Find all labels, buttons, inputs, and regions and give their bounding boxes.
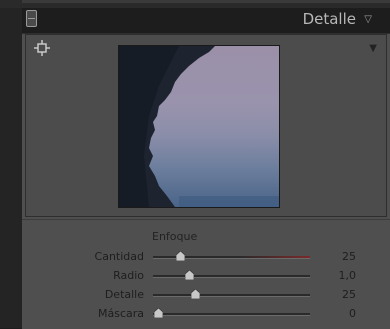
- panel-header[interactable]: Detalle ▽: [22, 4, 390, 32]
- slider-thumb[interactable]: [175, 251, 185, 261]
- slider-track[interactable]: [153, 313, 310, 316]
- left-panel-strip: [0, 0, 22, 328]
- slider-value[interactable]: 25: [342, 288, 356, 301]
- enfoque-section-title: Enfoque: [152, 230, 198, 243]
- slider-label: Radio: [113, 269, 144, 282]
- detail-panel: ▼ Enfoque Cantidad 25 Radio 1,0 Detalle …: [22, 33, 390, 329]
- slider-thumb[interactable]: [191, 289, 201, 299]
- slider-label: Detalle: [104, 288, 144, 301]
- slider-track[interactable]: [153, 275, 310, 278]
- slider-row-detalle: Detalle 25: [22, 286, 390, 304]
- collapse-triangle-icon[interactable]: ▽: [364, 14, 372, 25]
- slider-label: Máscara: [97, 307, 144, 320]
- preview-area: ▼: [25, 34, 387, 217]
- section-divider: [22, 219, 390, 220]
- slider-row-mascara: Máscara 0: [22, 305, 390, 323]
- panel-title: Detalle: [302, 10, 356, 28]
- preview-image[interactable]: [118, 45, 280, 208]
- slider-value[interactable]: 0: [349, 307, 356, 320]
- slider-value[interactable]: 25: [342, 250, 356, 263]
- preview-photo: [119, 46, 279, 207]
- slider-value[interactable]: 1,0: [339, 269, 357, 282]
- slider-thumb[interactable]: [153, 308, 163, 318]
- slider-label: Cantidad: [94, 250, 144, 263]
- preview-menu-icon[interactable]: ▼: [369, 43, 377, 54]
- slider-thumb[interactable]: [185, 270, 195, 280]
- crosshair-target-icon[interactable]: [34, 40, 50, 56]
- slider-track[interactable]: [153, 294, 310, 297]
- slider-row-cantidad: Cantidad 25: [22, 248, 390, 266]
- top-bar-line: [22, 0, 390, 3]
- slider-row-radio: Radio 1,0: [22, 267, 390, 285]
